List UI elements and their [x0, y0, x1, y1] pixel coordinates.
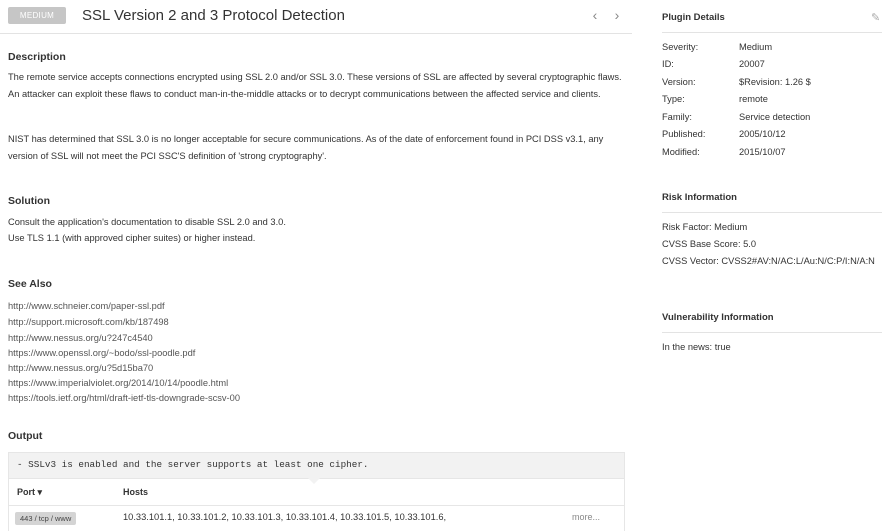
- output-text-box: - SSLv3 is enabled and the server suppor…: [8, 452, 625, 479]
- output-hosts-table: Port ▾ Hosts 443 / tcp / www 10.33.101.1…: [8, 479, 625, 531]
- cvss-vector: CVSS Vector: CVSS2#AV:N/AC:L/Au:N/C:P/I:…: [662, 256, 875, 266]
- solution-line-1: Consult the application's documentation …: [8, 217, 286, 227]
- divider: [662, 212, 882, 213]
- modified-label: Modified:: [662, 147, 700, 157]
- cvss-base-score: CVSS Base Score: 5.0: [662, 239, 757, 249]
- severity-value: Medium: [739, 42, 773, 52]
- chevron-right-icon[interactable]: ›: [610, 8, 624, 22]
- published-value: 2005/10/12: [739, 129, 786, 139]
- hosts-list: 10.33.101.1, 10.33.101.2, 10.33.101.3, 1…: [123, 512, 447, 522]
- plugin-sidebar: Plugin Details ✎ Severity: Medium ID: 20…: [654, 0, 884, 531]
- see-also-link[interactable]: https://tools.ietf.org/html/draft-ietf-t…: [8, 391, 240, 405]
- risk-information-heading: Risk Information: [662, 192, 737, 203]
- see-also-link[interactable]: http://www.nessus.org/u?5d15ba70: [8, 361, 153, 375]
- output-heading: Output: [8, 430, 43, 442]
- see-also-link[interactable]: https://www.imperialviolet.org/2014/10/1…: [8, 376, 228, 390]
- vulnerability-information-heading: Vulnerability Information: [662, 312, 774, 323]
- severity-label: Severity:: [662, 42, 699, 52]
- plugin-details-heading: Plugin Details: [662, 12, 725, 23]
- divider: [662, 332, 882, 333]
- see-also-link[interactable]: http://support.microsoft.com/kb/187498: [8, 315, 169, 329]
- family-label: Family:: [662, 112, 692, 122]
- solution-line-2: Use TLS 1.1 (with approved cipher suites…: [8, 233, 256, 243]
- pencil-icon[interactable]: ✎: [871, 12, 883, 24]
- hosts-column-header: Hosts: [123, 487, 149, 497]
- see-also-link[interactable]: https://www.openssl.org/~bodo/ssl-poodle…: [8, 346, 195, 360]
- type-label: Type:: [662, 94, 685, 104]
- type-value: remote: [739, 94, 768, 104]
- more-hosts-link[interactable]: more...: [572, 512, 600, 522]
- plugin-header: MEDIUM SSL Version 2 and 3 Protocol Dete…: [0, 0, 632, 34]
- table-divider: [9, 505, 624, 506]
- plugin-title: SSL Version 2 and 3 Protocol Detection: [82, 7, 345, 24]
- risk-factor: Risk Factor: Medium: [662, 222, 748, 232]
- see-also-link[interactable]: http://www.nessus.org/u?247c4540: [8, 331, 153, 345]
- port-badge: 443 / tcp / www: [15, 512, 77, 525]
- solution-heading: Solution: [8, 195, 50, 207]
- port-column-header[interactable]: Port ▾: [17, 487, 42, 498]
- plugin-main-panel: MEDIUM SSL Version 2 and 3 Protocol Dete…: [0, 0, 632, 531]
- description-paragraph-2: NIST has determined that SSL 3.0 is no l…: [8, 134, 604, 161]
- modified-value: 2015/10/07: [739, 147, 786, 157]
- see-also-heading: See Also: [8, 278, 52, 290]
- family-value: Service detection: [739, 112, 811, 122]
- chevron-left-icon[interactable]: ‹: [588, 8, 602, 22]
- in-the-news: In the news: true: [662, 342, 731, 352]
- published-label: Published:: [662, 129, 706, 139]
- severity-badge: MEDIUM: [8, 7, 66, 24]
- version-value: $Revision: 1.26 $: [739, 77, 811, 87]
- description-heading: Description: [8, 51, 66, 63]
- id-value: 20007: [739, 59, 765, 69]
- divider: [662, 32, 882, 33]
- id-label: ID:: [662, 59, 674, 69]
- see-also-link[interactable]: http://www.schneier.com/paper-ssl.pdf: [8, 299, 165, 313]
- output-text: - SSLv3 is enabled and the server suppor…: [17, 459, 369, 470]
- description-paragraph-1: The remote service accepts connections e…: [8, 72, 622, 99]
- version-label: Version:: [662, 77, 696, 87]
